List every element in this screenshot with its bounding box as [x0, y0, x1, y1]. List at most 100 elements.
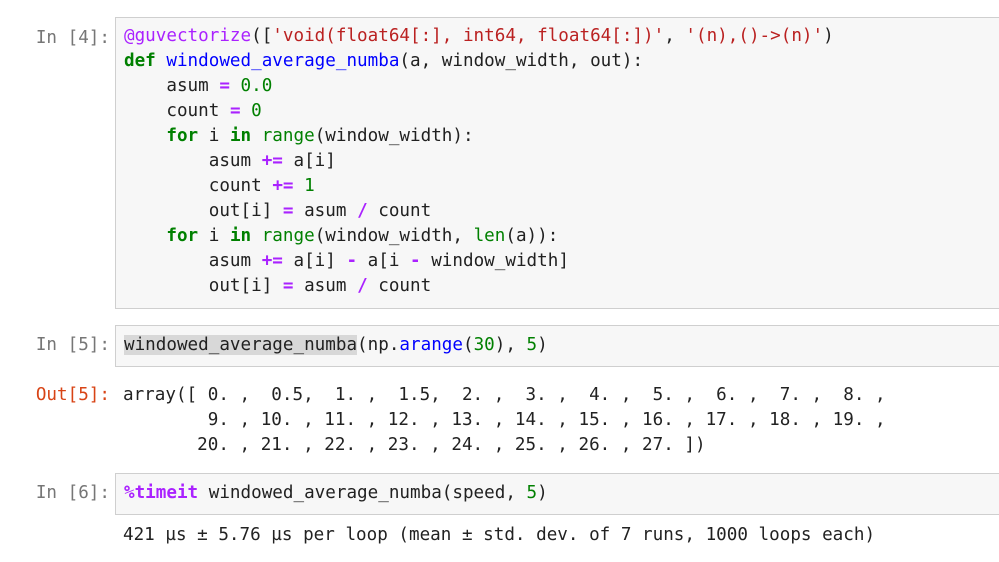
code-line: count = 0: [124, 101, 262, 121]
keyword: for: [166, 126, 199, 146]
code-cell-5[interactable]: In [5]: windowed_average_numba(np.arange…: [0, 325, 999, 460]
output-line: 9. , 10. , 11. , 12. , 13. , 14. , 15. ,…: [123, 410, 886, 430]
code-text: %timeit windowed_average_numba(speed, 5): [116, 474, 999, 506]
builtin: range: [261, 126, 315, 146]
code-rest: (a)):: [505, 226, 559, 246]
variable: asum: [166, 76, 209, 96]
code-line: asum += a[i]: [124, 151, 336, 171]
operator: =: [229, 101, 241, 121]
output-text: array([ 0. , 0.5, 1. , 1.5, 2. , 3. , 4.…: [123, 383, 886, 458]
operator: =: [219, 76, 230, 96]
code-line: out[i] = asum / count: [124, 276, 431, 296]
function-call-highlighted: windowed_average_numba: [124, 335, 358, 355]
variable: out[i]: [208, 276, 273, 296]
output-text: 421 µs ± 5.76 µs per loop (mean ± std. d…: [123, 525, 876, 545]
variable: asum: [208, 151, 252, 171]
code-line: asum += a[i] - a[i - window_width]: [124, 251, 569, 271]
function-args: (a, window_width, out):: [399, 51, 644, 71]
code-editor[interactable]: windowed_average_numba(np.arange(30), 5): [115, 325, 999, 367]
code-rest: windowed_average_numba(speed,: [198, 483, 527, 503]
code-line: for i in range(window_width):: [124, 126, 474, 146]
keyword: in: [229, 226, 252, 246]
code-editor[interactable]: @guvectorize(['void(float64[:], int64, f…: [115, 17, 999, 309]
code-rest: ),: [494, 335, 527, 355]
signature-string: 'void(float64[:], int64, float64[:])': [272, 26, 665, 46]
expression: window_width]: [431, 251, 569, 271]
operator: =: [282, 276, 294, 296]
code-line: for i in range(window_width, len(a)):: [124, 226, 558, 246]
builtin: len: [473, 226, 506, 246]
number: 30: [473, 335, 495, 355]
code-line: asum = 0.0: [124, 76, 272, 96]
code-rest: (: [462, 335, 474, 355]
code-line: count += 1: [124, 176, 315, 196]
loop-var: i: [198, 126, 230, 146]
code-line: out[i] = asum / count: [124, 201, 431, 221]
builtin: range: [261, 226, 315, 246]
operator: +=: [261, 151, 283, 171]
number: 1: [304, 176, 315, 196]
operator: -: [346, 251, 358, 271]
operator: /: [357, 276, 368, 296]
keyword: for: [166, 226, 199, 246]
variable: count: [378, 201, 432, 221]
code-editor[interactable]: %timeit windowed_average_numba(speed, 5): [115, 473, 999, 515]
code-rest: (window_width):: [314, 126, 474, 146]
paren-token: ([: [251, 26, 273, 46]
expression: a[i]: [293, 151, 336, 171]
keyword: in: [229, 126, 252, 146]
magic-command: %timeit: [124, 483, 199, 503]
layout-string: '(n),()->(n)': [685, 26, 824, 46]
code-rest: (window_width,: [314, 226, 474, 246]
variable: out[i]: [208, 201, 273, 221]
expression: a[i: [367, 251, 400, 271]
def-line: def windowed_average_numba(a, window_wid…: [124, 51, 643, 71]
code-cell-6[interactable]: In [6]: %timeit windowed_average_numba(s…: [0, 473, 999, 553]
variable: count: [378, 276, 432, 296]
comma-token: ,: [664, 26, 686, 46]
output-line: 20. , 21. , 22. , 23. , 24. , 25. , 26. …: [123, 435, 706, 455]
number: 0: [251, 101, 262, 121]
variable: asum: [304, 201, 347, 221]
operator: =: [282, 201, 294, 221]
code-rest: (np.: [357, 335, 400, 355]
decorator-line: @guvectorize(['void(float64[:], int64, f…: [124, 26, 834, 46]
code-rest: ): [537, 483, 548, 503]
variable: count: [208, 176, 262, 196]
code-text: windowed_average_numba(np.arange(30), 5): [116, 326, 999, 358]
paren-token: ): [823, 26, 834, 46]
function-name: windowed_average_numba: [166, 51, 400, 71]
variable: asum: [304, 276, 347, 296]
expression: a[i]: [293, 251, 336, 271]
code-text: @guvectorize(['void(float64[:], int64, f…: [116, 18, 999, 299]
input-prompt: In [6]:: [35, 483, 110, 503]
variable: asum: [208, 251, 252, 271]
input-prompt: In [5]:: [35, 335, 110, 355]
operator: -: [410, 251, 421, 271]
input-prompt: In [4]:: [35, 28, 110, 48]
number: 5: [526, 483, 538, 503]
attribute: arange: [399, 335, 463, 355]
decorator-token: @guvectorize: [124, 26, 252, 46]
keyword: def: [124, 51, 156, 71]
output-line: array([ 0. , 0.5, 1. , 1.5, 2. , 3. , 4.…: [123, 385, 886, 405]
number: 0.0: [240, 76, 273, 96]
code-rest: ): [537, 335, 548, 355]
number: 5: [526, 335, 538, 355]
operator: +=: [272, 176, 294, 196]
variable: count: [166, 101, 220, 121]
loop-var: i: [198, 226, 230, 246]
output-prompt: Out[5]:: [35, 385, 110, 405]
operator: /: [357, 201, 368, 221]
operator: +=: [261, 251, 283, 271]
code-cell-4[interactable]: In [4]: @guvectorize(['void(float64[:], …: [0, 17, 999, 309]
